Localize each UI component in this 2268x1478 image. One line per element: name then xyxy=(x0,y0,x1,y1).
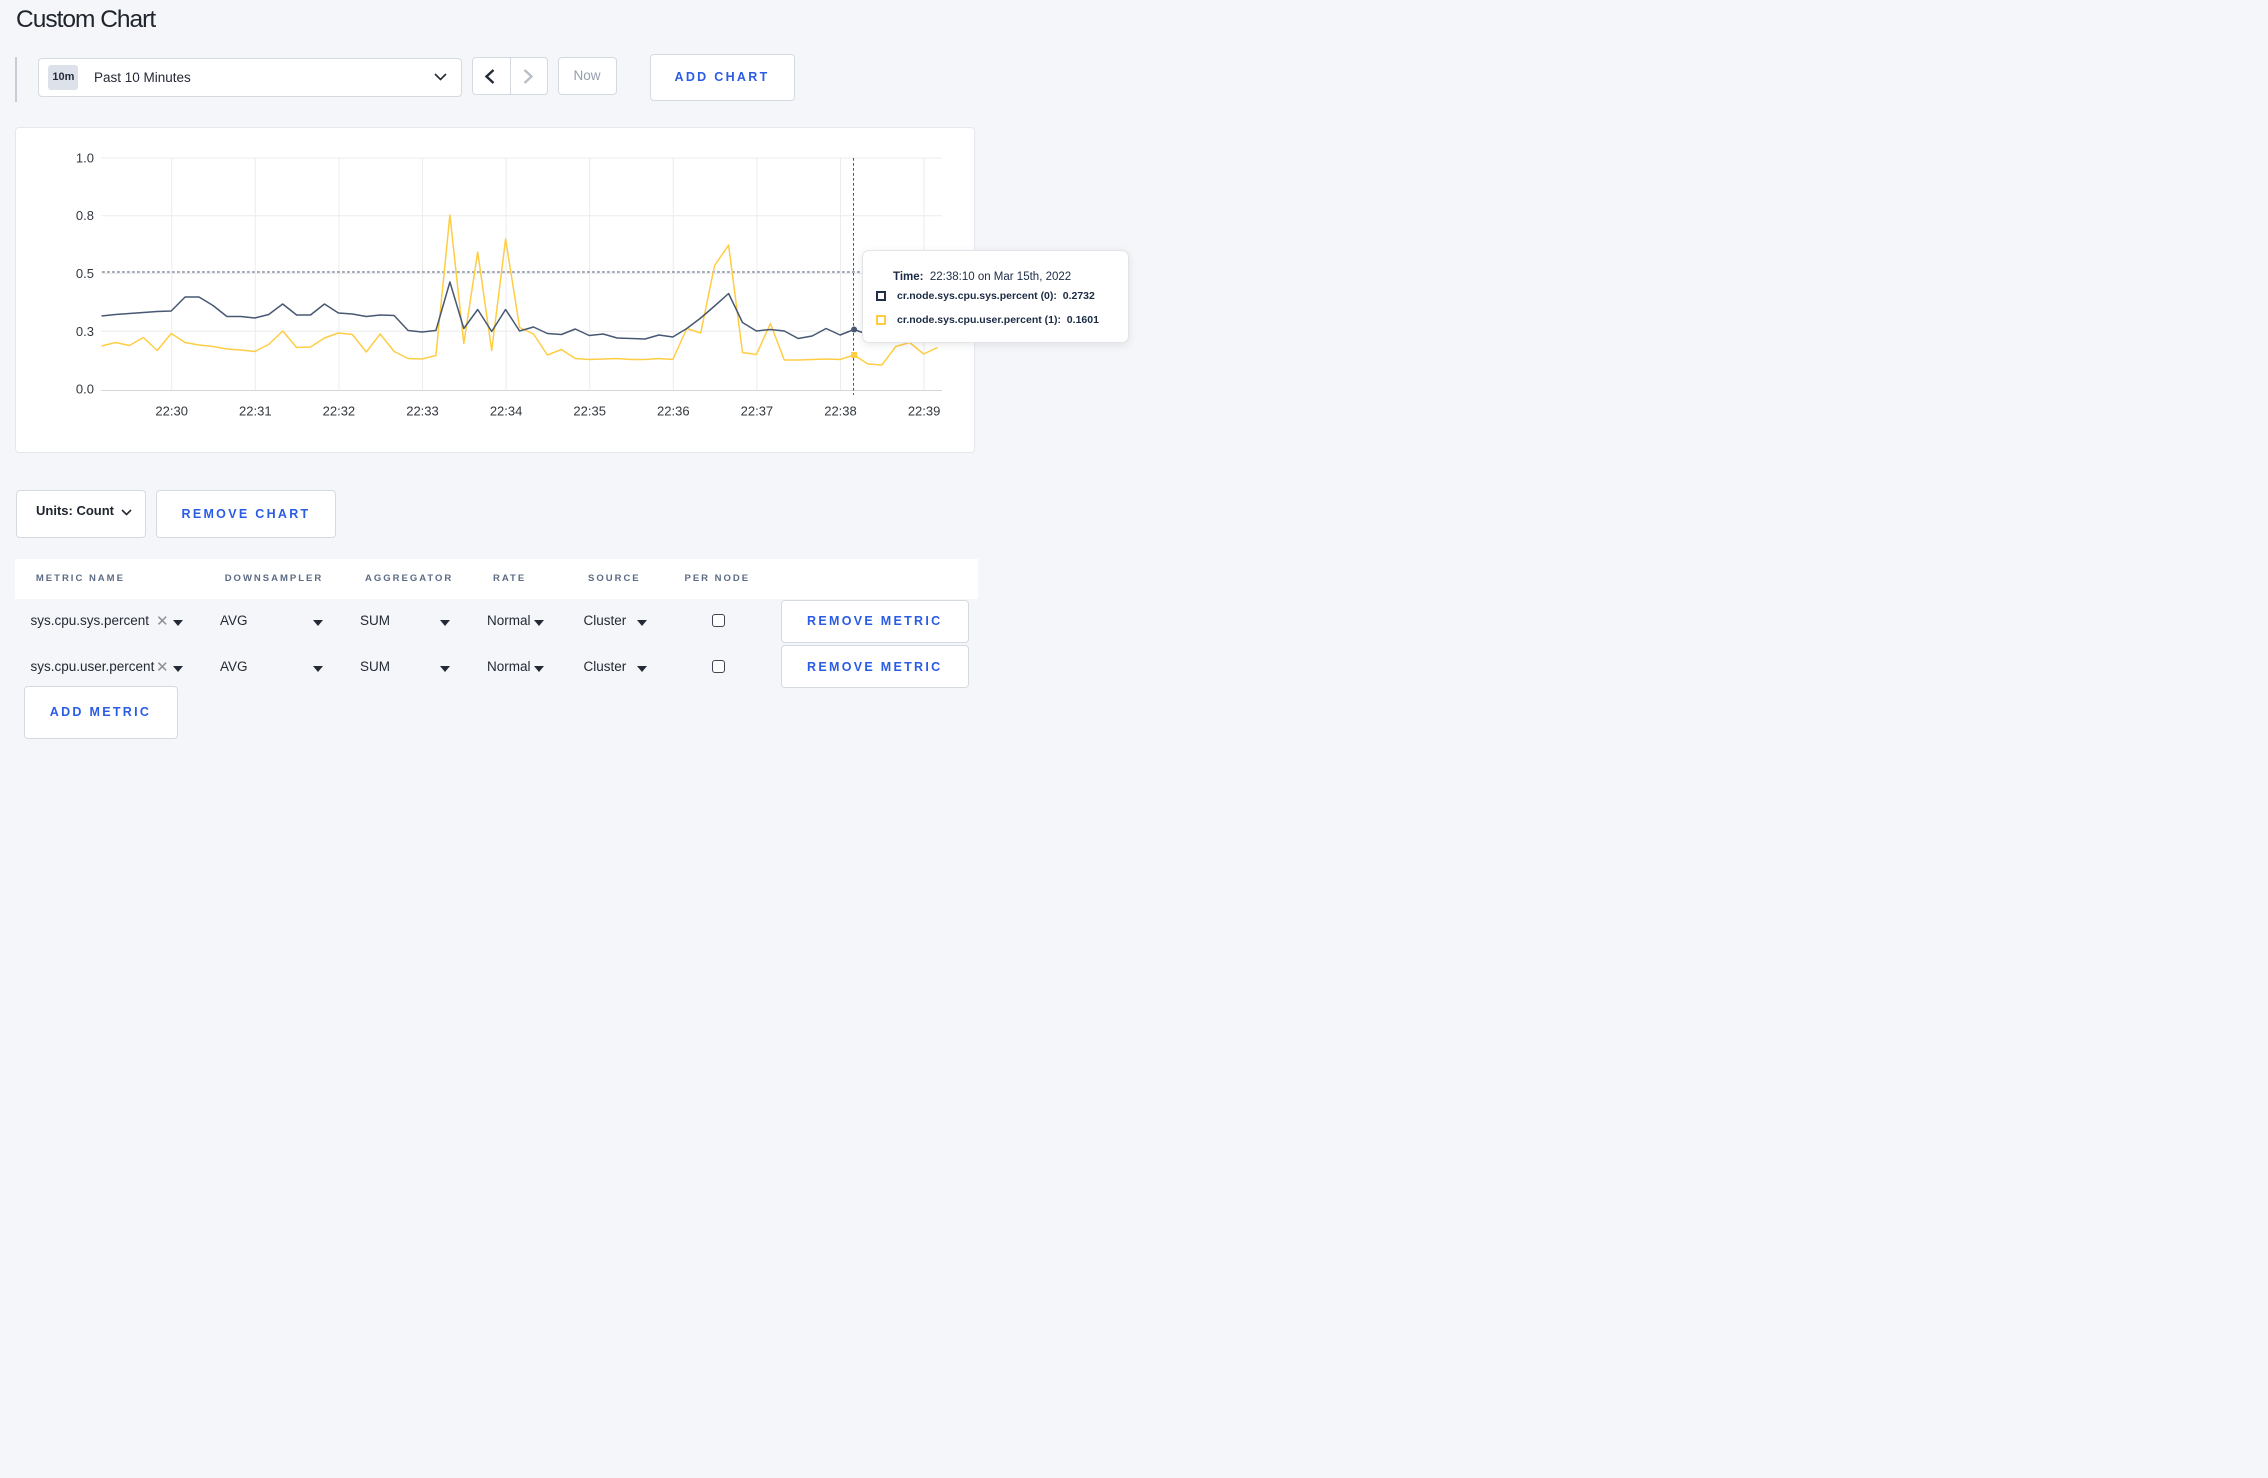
svg-text:1.0: 1.0 xyxy=(76,150,94,165)
svg-text:0.5: 0.5 xyxy=(76,266,94,281)
svg-text:22:32: 22:32 xyxy=(323,403,356,418)
svg-text:22:35: 22:35 xyxy=(573,403,606,418)
svg-text:22:30: 22:30 xyxy=(155,403,188,418)
svg-text:22:39: 22:39 xyxy=(908,403,941,418)
svg-text:22:36: 22:36 xyxy=(657,403,690,418)
svg-text:22:38: 22:38 xyxy=(824,403,857,418)
svg-text:22:33: 22:33 xyxy=(406,403,439,418)
svg-text:22:37: 22:37 xyxy=(741,403,774,418)
svg-text:0.0: 0.0 xyxy=(76,381,94,396)
svg-text:22:31: 22:31 xyxy=(239,403,272,418)
svg-text:0.8: 0.8 xyxy=(76,208,94,223)
svg-text:22:34: 22:34 xyxy=(490,403,523,418)
svg-text:0.3: 0.3 xyxy=(76,323,94,338)
